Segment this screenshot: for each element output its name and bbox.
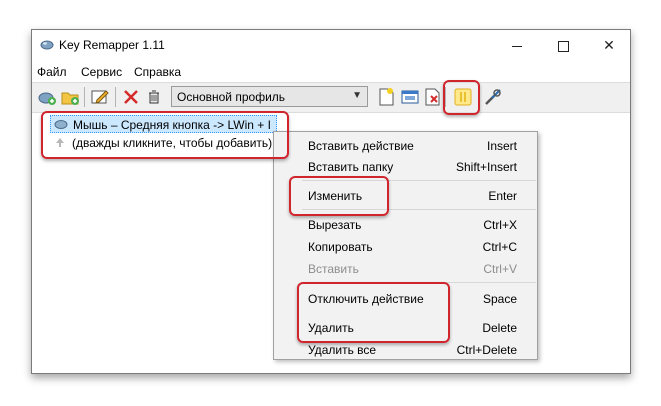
close-button[interactable]: ✕	[586, 30, 632, 60]
menu-item-shortcut: Ctrl+Delete	[456, 343, 517, 357]
tree-item-label: Мышь – Средняя кнопка -> LWin + I	[73, 118, 271, 132]
menu-item-shortcut: Ctrl+C	[482, 240, 517, 254]
arrow-up-icon	[53, 137, 67, 148]
toolbar-separator	[115, 87, 116, 107]
menu-item-label: Вырезать	[308, 218, 362, 232]
menu-separator	[302, 180, 536, 181]
menu-item-delete[interactable]: Удалить Delete	[274, 317, 537, 337]
delete-icon[interactable]	[120, 86, 142, 108]
menu-item-label: Удалить	[308, 321, 354, 335]
menu-item-label: Изменить	[308, 189, 363, 203]
menu-item-label: Вставить папку	[308, 160, 394, 174]
profile-value: Основной профиль	[177, 90, 286, 104]
maximize-button[interactable]	[540, 30, 586, 60]
profile-window-icon[interactable]	[399, 86, 421, 108]
menu-item-shortcut: Delete	[482, 321, 517, 335]
menu-service[interactable]: Сервис	[81, 65, 122, 79]
new-profile-icon[interactable]	[375, 86, 397, 108]
mouse-icon	[54, 119, 68, 130]
menu-item-label: Копировать	[308, 240, 373, 254]
menu-item-paste: Вставить Ctrl+V	[274, 258, 537, 278]
menu-item-shortcut: Insert	[486, 139, 517, 153]
edit-icon[interactable]	[89, 86, 111, 108]
tree-item-label: (дважды кликните, чтобы добавить)	[72, 136, 273, 150]
toolbar-separator	[84, 87, 85, 107]
menu-item-shortcut: Ctrl+X	[483, 218, 517, 232]
minimize-icon	[512, 45, 522, 47]
chevron-down-icon: ▼	[352, 90, 362, 101]
menu-item-label: Вставить действие	[308, 139, 414, 153]
menu-separator	[302, 282, 536, 283]
app-logo-icon	[40, 39, 54, 51]
menu-separator	[302, 209, 536, 210]
toolbar-separator	[445, 87, 446, 107]
menu-item-delete-all[interactable]: Удалить все Ctrl+Delete	[274, 339, 537, 359]
menu-item-disable-action[interactable]: Отключить действие Space	[274, 288, 537, 308]
title-bar[interactable]: Key Remapper 1.11 ✕	[32, 30, 630, 62]
pause-icon[interactable]	[452, 86, 474, 108]
menu-file[interactable]: Файл	[37, 65, 67, 79]
profile-dropdown[interactable]: Основной профиль ▼	[171, 86, 368, 107]
tree-item-selected[interactable]: Мышь – Средняя кнопка -> LWin + I	[50, 115, 277, 133]
profile-delete-icon[interactable]	[421, 86, 443, 108]
window-title: Key Remapper 1.11	[59, 38, 165, 52]
trash-icon[interactable]	[143, 86, 165, 108]
menu-item-label: Отключить действие	[308, 292, 424, 306]
menu-item-label: Удалить все	[308, 343, 377, 357]
menu-item-insert-action[interactable]: Вставить действие Insert	[274, 135, 537, 155]
menu-item-cut[interactable]: Вырезать Ctrl+X	[274, 214, 537, 234]
settings-icon[interactable]	[482, 86, 504, 108]
menu-bar: Файл Сервис Справка	[32, 62, 630, 82]
menu-item-shortcut: Ctrl+V	[483, 262, 517, 276]
menu-item-copy[interactable]: Копировать Ctrl+C	[274, 236, 537, 256]
tree-item-add[interactable]: (дважды кликните, чтобы добавить)	[50, 134, 280, 152]
close-icon: ✕	[603, 37, 615, 53]
add-action-icon[interactable]	[36, 86, 58, 108]
menu-item-shortcut: Enter	[488, 189, 517, 203]
menu-item-shortcut: Shift+Insert	[455, 160, 517, 174]
toolbar: Основной профиль ▼	[32, 82, 630, 113]
menu-help[interactable]: Справка	[134, 65, 181, 79]
menu-item-label: Вставить	[308, 262, 359, 276]
maximize-icon	[557, 40, 569, 52]
menu-item-shortcut: Space	[482, 292, 517, 306]
context-menu: Вставить действие Insert Вставить папку …	[273, 131, 538, 360]
menu-item-edit[interactable]: Изменить Enter	[274, 185, 537, 205]
add-folder-icon[interactable]	[59, 86, 81, 108]
minimize-button[interactable]	[494, 30, 540, 60]
menu-item-insert-folder[interactable]: Вставить папку Shift+Insert	[274, 156, 537, 176]
